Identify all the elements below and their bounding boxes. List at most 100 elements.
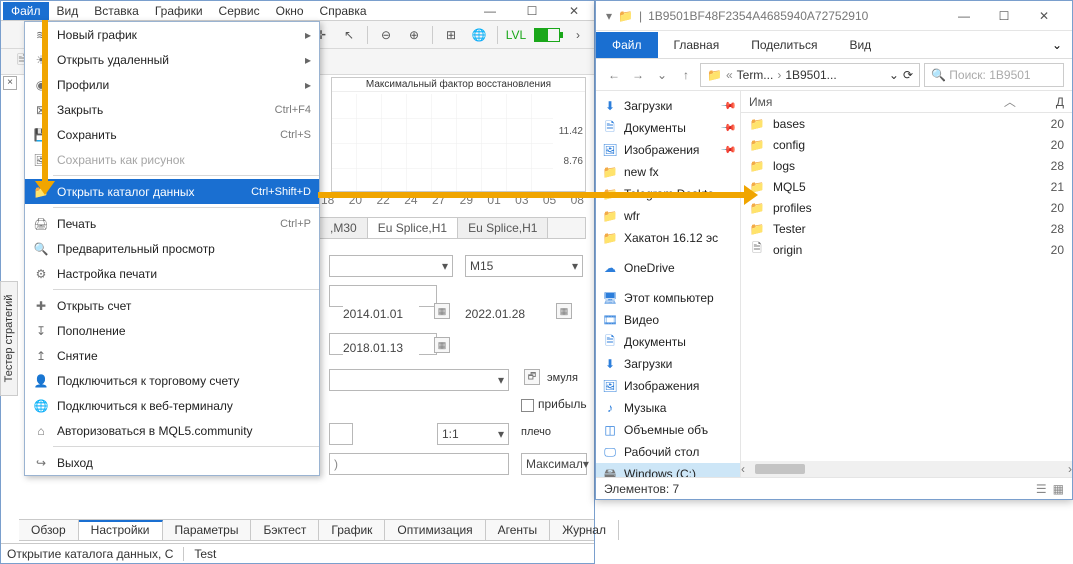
cursor-icon[interactable]: ↖ xyxy=(339,25,359,45)
breadcrumb-segment[interactable]: Term... xyxy=(737,68,774,82)
file-row[interactable]: 🗎origin20 xyxy=(741,239,1072,260)
menu-item[interactable]: ✚Открыть счет xyxy=(25,293,319,318)
menu-insert[interactable]: Вставка xyxy=(86,2,147,20)
close-button[interactable]: ✕ xyxy=(1026,9,1062,23)
profit-checkbox[interactable] xyxy=(521,399,534,412)
menu-window[interactable]: Окно xyxy=(268,2,312,20)
chevron-right-icon[interactable]: › xyxy=(568,25,588,45)
ribbon-share[interactable]: Поделиться xyxy=(735,32,833,58)
file-row[interactable]: 📁Tester28 xyxy=(741,218,1072,239)
tree-item[interactable]: 📁wfr xyxy=(596,205,740,227)
menu-item[interactable]: 💾СохранитьCtrl+S xyxy=(25,122,319,147)
nav-back-icon[interactable]: ← xyxy=(604,65,624,85)
menu-item[interactable]: 🌐Подключиться к веб-терминалу xyxy=(25,393,319,418)
tab-chart[interactable]: График xyxy=(319,520,385,540)
nav-recent-icon[interactable]: ⌄ xyxy=(652,65,672,85)
tab-backtest[interactable]: Бэктест xyxy=(251,520,319,540)
date-from-input[interactable]: 2014.01.01 xyxy=(343,303,419,325)
tab-agents[interactable]: Агенты xyxy=(486,520,551,540)
explorer-tree[interactable]: ⬇Загрузки📌🗎Документы📌🖼Изображения📌📁new f… xyxy=(596,91,741,477)
zoomout-icon[interactable]: ⊖ xyxy=(376,25,396,45)
tree-item[interactable]: ⬇Загрузки xyxy=(596,353,740,375)
breadcrumb-segment[interactable]: 1B9501... xyxy=(785,68,836,82)
period-select[interactable]: M15 xyxy=(465,255,583,277)
chart-tab[interactable]: Eu Splice,H1 xyxy=(368,218,458,238)
menu-item[interactable]: ⊠ЗакрытьCtrl+F4 xyxy=(25,97,319,122)
file-row[interactable]: 📁profiles20 xyxy=(741,197,1072,218)
file-row[interactable]: 📁MQL521 xyxy=(741,176,1072,197)
calendar-icon[interactable]: ▦ xyxy=(556,303,572,319)
tree-item[interactable]: 📁new fx xyxy=(596,161,740,183)
column-date[interactable]: Д xyxy=(1056,95,1064,109)
calendar-icon[interactable]: ▦ xyxy=(434,337,450,353)
file-list[interactable]: 📁bases20📁config20📁logs28📁MQL521📁profiles… xyxy=(741,113,1072,461)
tree-item[interactable]: 🖥Этот компьютер xyxy=(596,287,740,309)
tree-item[interactable]: ♪Музыка xyxy=(596,397,740,419)
tiles-view-icon[interactable]: ▦ xyxy=(1053,482,1064,496)
file-row[interactable]: 📁config20 xyxy=(741,134,1072,155)
lvl-icon[interactable]: LVL xyxy=(506,25,526,45)
tree-item[interactable]: 🗎Документы xyxy=(596,331,740,353)
tab-optimization[interactable]: Оптимизация xyxy=(385,520,485,540)
menu-item[interactable]: ◉Профили▸ xyxy=(25,72,319,97)
menu-file[interactable]: Файл xyxy=(3,2,49,20)
emu-select[interactable] xyxy=(329,369,509,391)
minimize-button[interactable]: — xyxy=(470,4,510,18)
menu-item[interactable]: ≋Новый график▸ xyxy=(25,22,319,47)
tree-item[interactable]: 🖼Изображения📌 xyxy=(596,139,740,161)
deposit-input[interactable] xyxy=(329,423,353,445)
column-sort-icon[interactable]: ︿ xyxy=(1004,93,1016,110)
max-select[interactable]: Максимал xyxy=(521,453,587,475)
tree-item[interactable]: 📁Telegram Deskto xyxy=(596,183,740,205)
horizontal-scrollbar[interactable]: ‹› xyxy=(741,461,1072,477)
menu-item[interactable]: ↧Пополнение xyxy=(25,318,319,343)
menu-item[interactable]: 👤Подключиться к торговому счету xyxy=(25,368,319,393)
date-to-input[interactable]: 2022.01.28 xyxy=(465,303,541,325)
tree-item[interactable]: 📁Хакатон 16.12 эс xyxy=(596,227,740,249)
breadcrumb[interactable]: 📁 « Term... › 1B9501... ⌄ ⟳ xyxy=(700,63,920,87)
back-history-icon[interactable]: ▾ xyxy=(606,9,612,23)
files-header[interactable]: Имя ︿ Д xyxy=(741,91,1072,113)
tester-sidebar-label[interactable]: Тестер стратегий xyxy=(0,281,18,396)
ribbon-home[interactable]: Главная xyxy=(658,32,736,58)
chart-tab[interactable]: ,M30 xyxy=(320,218,368,238)
ribbon-view[interactable]: Вид xyxy=(833,32,887,58)
ribbon-file[interactable]: Файл xyxy=(596,32,658,58)
explorer-search-input[interactable]: 🔍 Поиск: 1B9501 xyxy=(924,63,1064,87)
menu-item[interactable]: 🔍Предварительный просмотр xyxy=(25,236,319,261)
maximize-button[interactable]: ☐ xyxy=(512,4,552,18)
menu-view[interactable]: Вид xyxy=(49,2,87,20)
file-row[interactable]: 📁logs28 xyxy=(741,155,1072,176)
menu-charts[interactable]: Графики xyxy=(147,2,211,20)
close-button[interactable]: ✕ xyxy=(554,4,594,18)
menu-item[interactable]: 📁Открыть каталог данныхCtrl+Shift+D xyxy=(25,179,319,204)
chart-tab[interactable]: Eu Splice,H1 xyxy=(458,218,548,238)
tree-item[interactable]: 🖵Рабочий стол xyxy=(596,441,740,463)
menu-item[interactable]: ☀Открыть удаленный▸ xyxy=(25,47,319,72)
tree-item[interactable]: ☁OneDrive xyxy=(596,257,740,279)
tab-overview[interactable]: Обзор xyxy=(19,520,79,540)
date-mid-input[interactable]: 2018.01.13 xyxy=(343,337,419,359)
minimize-button[interactable]: — xyxy=(946,9,982,23)
nav-forward-icon[interactable]: → xyxy=(628,65,648,85)
ribbon-expand-icon[interactable]: ⌄ xyxy=(1042,32,1072,58)
leverage-select[interactable]: 1:1 xyxy=(437,423,509,445)
tab-settings[interactable]: Настройки xyxy=(79,520,163,540)
maximize-button[interactable]: ☐ xyxy=(986,9,1022,23)
calendar-icon[interactable]: ▦ xyxy=(434,303,450,319)
symbol-select[interactable] xyxy=(329,255,453,277)
tree-item[interactable]: ◫Объемные объ xyxy=(596,419,740,441)
menu-item[interactable]: ↥Снятие xyxy=(25,343,319,368)
tile-icon[interactable]: ⊞ xyxy=(441,25,461,45)
tree-item[interactable]: 🖼Изображения xyxy=(596,375,740,397)
emu-open-button[interactable]: 🗗 xyxy=(524,369,540,385)
menu-item[interactable]: 🖼Сохранить как рисунок xyxy=(25,147,319,172)
menu-service[interactable]: Сервис xyxy=(211,2,268,20)
refresh-icon[interactable]: ⟳ xyxy=(903,68,913,82)
globe-icon[interactable]: 🌐 xyxy=(469,25,489,45)
column-name[interactable]: Имя xyxy=(749,95,1004,109)
nav-up-icon[interactable]: ↑ xyxy=(676,65,696,85)
menu-item[interactable]: ⌂Авторизоваться в MQL5.community xyxy=(25,418,319,443)
tree-item[interactable]: 🖴Windows (C:) xyxy=(596,463,740,477)
menu-item[interactable]: ⚙Настройка печати xyxy=(25,261,319,286)
